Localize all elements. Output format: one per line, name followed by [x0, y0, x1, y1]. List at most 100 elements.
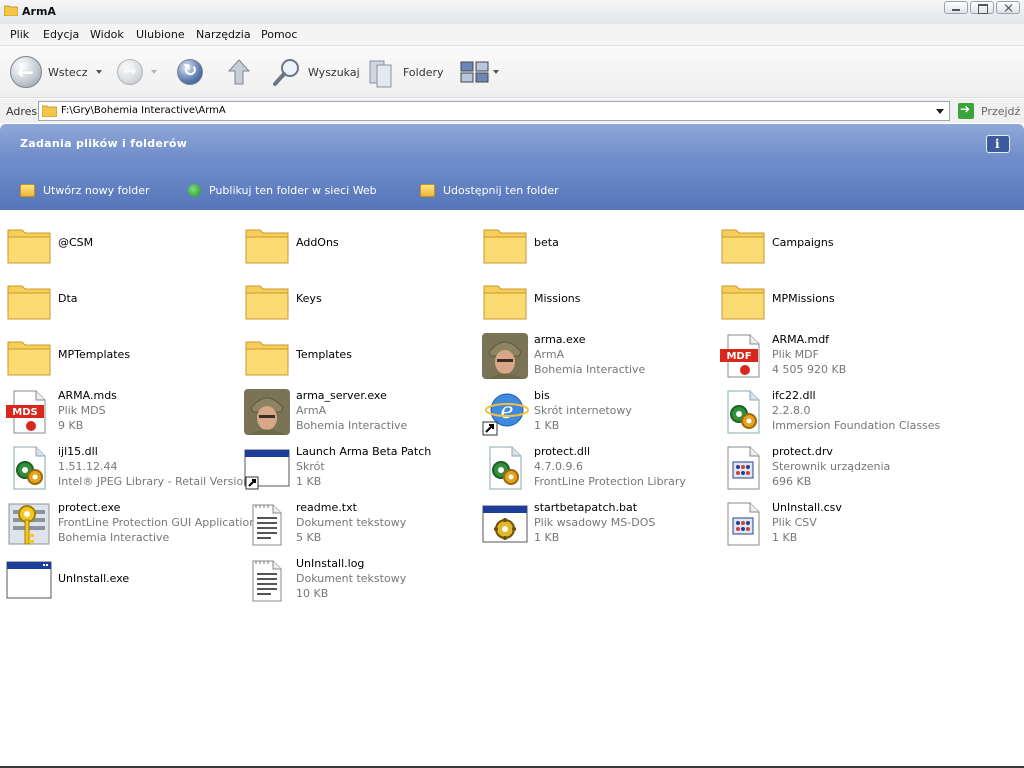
- go-arrow-icon[interactable]: [958, 102, 974, 119]
- go-button[interactable]: Przejdź: [981, 105, 1020, 118]
- file-name: ARMA.mds: [58, 388, 117, 402]
- menu-tools[interactable]: Narzędzia: [196, 28, 251, 41]
- file-item[interactable]: Campaigns: [714, 216, 950, 268]
- up-folder-button[interactable]: [226, 46, 252, 98]
- file-item[interactable]: UnInstall.csv Plik CSV 1 KB: [714, 496, 950, 548]
- folders-icon: [369, 60, 392, 88]
- back-arrow-icon: [10, 56, 42, 88]
- file-item[interactable]: Missions: [476, 272, 712, 324]
- window-title: ArmA: [22, 5, 56, 18]
- file-detail: 1 KB: [534, 418, 560, 432]
- address-label: Adres: [6, 105, 38, 118]
- file-detail: 1 KB: [772, 530, 798, 544]
- task-panel-title: Zadania plików i folderów: [20, 137, 188, 150]
- file-item[interactable]: startbetapatch.bat Plik wsadowy MS-DOS 1 K…: [476, 496, 712, 548]
- app-window-icon: [5, 556, 53, 604]
- file-detail: Immersion Foundation Classes: [772, 418, 941, 432]
- file-detail: Plik wsadowy MS-DOS: [534, 515, 656, 529]
- task-share-folder[interactable]: Udostępnij ten folder: [420, 184, 559, 197]
- file-name: UnInstall.exe: [58, 571, 130, 585]
- file-item[interactable]: @CSM: [0, 216, 236, 268]
- menu-help[interactable]: Pomoc: [261, 28, 297, 41]
- file-item[interactable]: arma.exe ArmA Bohemia Interactive: [476, 328, 712, 380]
- file-detail: 696 KB: [772, 474, 812, 488]
- file-item[interactable]: Dta: [0, 272, 236, 324]
- refresh-button[interactable]: [177, 46, 203, 98]
- file-item[interactable]: protect.drv Sterownik urządzenia 696 KB: [714, 440, 950, 492]
- menu-edit[interactable]: Edycja: [43, 28, 79, 41]
- toolbar: Wstecz Wyszukaj Foldery: [0, 46, 1024, 98]
- task-new-folder[interactable]: Utwórz nowy folder: [20, 184, 150, 197]
- minimize-button[interactable]: [944, 1, 968, 14]
- svg-text:MDF: MDF: [726, 351, 751, 362]
- info-icon[interactable]: [986, 135, 1010, 153]
- menu-favorites[interactable]: Ulubione: [136, 28, 185, 41]
- back-dropdown-icon[interactable]: [95, 70, 102, 74]
- task-publish-web[interactable]: Publikuj ten folder w sieci Web: [188, 184, 377, 197]
- file-item[interactable]: MDS ARMA.mds Plik MDS 9 KB: [0, 384, 236, 436]
- dll-icon: [719, 388, 767, 436]
- file-name: MPTemplates: [58, 347, 131, 361]
- file-item[interactable]: UnInstall.exe: [0, 552, 236, 604]
- file-item[interactable]: Launch Arma Beta Patch Skrót 1 KB: [238, 440, 474, 492]
- views-dropdown-icon[interactable]: [493, 70, 499, 74]
- file-item[interactable]: MPMissions: [714, 272, 950, 324]
- refresh-icon: [177, 59, 203, 85]
- file-name: bis: [534, 388, 550, 402]
- file-item[interactable]: Keys: [238, 272, 474, 324]
- file-item[interactable]: UnInstall.log Dokument tekstowy 10 KB: [238, 552, 474, 604]
- folders-button[interactable]: Foldery: [367, 46, 444, 98]
- address-dropdown-icon[interactable]: [933, 104, 947, 118]
- file-detail: Skrót internetowy: [534, 403, 632, 417]
- file-item[interactable]: Templates: [238, 328, 474, 380]
- file-item[interactable]: protect.dll 4.7.0.9.6 FrontLine Protection…: [476, 440, 712, 492]
- file-detail: 1 KB: [296, 474, 322, 488]
- file-detail: Intel® JPEG Library - Retail Version: [58, 474, 251, 488]
- file-item[interactable]: MPTemplates: [0, 328, 236, 380]
- close-button[interactable]: [996, 1, 1020, 14]
- views-button[interactable]: [460, 46, 499, 98]
- file-item[interactable]: readme.txt Dokument tekstowy 5 KB: [238, 496, 474, 548]
- svg-text:MDS: MDS: [12, 407, 37, 418]
- file-item[interactable]: ijl15.dll 1.51.12.44 Intel® JPEG Library -…: [0, 440, 251, 492]
- folder-icon: [4, 5, 18, 16]
- file-item[interactable]: protect.exe FrontLine Protection GUI Appl…: [0, 496, 256, 548]
- menu-bar: Plik Edycja Widok Ulubione Narzędzia Pom…: [0, 24, 1024, 46]
- file-name: Launch Arma Beta Patch: [296, 444, 432, 458]
- folder-icon: [243, 276, 291, 324]
- file-item[interactable]: AddOns: [238, 216, 474, 268]
- maximize-button[interactable]: [970, 1, 994, 14]
- file-name: Keys: [296, 291, 322, 305]
- back-button[interactable]: Wstecz: [10, 46, 102, 98]
- file-detail: Sterownik urządzenia: [772, 459, 891, 473]
- search-button[interactable]: Wyszukaj: [272, 46, 360, 98]
- file-item[interactable]: MDF ARMA.mdf Plik MDF 4 505 920 KB: [714, 328, 950, 380]
- folder-icon: [481, 220, 529, 268]
- folder-icon: [719, 220, 767, 268]
- file-name: Campaigns: [772, 235, 834, 249]
- search-icon: [273, 59, 299, 86]
- address-input[interactable]: F:\Gry\Bohemia Interactive\ArmA: [38, 101, 950, 121]
- publish-web-icon: [188, 184, 201, 197]
- task-label: Udostępnij ten folder: [443, 184, 559, 197]
- dll-icon: [5, 444, 53, 492]
- menu-view[interactable]: Widok: [90, 28, 124, 41]
- file-name: MPMissions: [772, 291, 835, 305]
- file-detail: 4 505 920 KB: [772, 362, 847, 376]
- forward-dropdown-icon[interactable]: [151, 70, 157, 74]
- file-item[interactable]: arma_server.exe ArmA Bohemia Interactive: [238, 384, 474, 436]
- file-item[interactable]: beta: [476, 216, 712, 268]
- task-panel: Zadania plików i folderów Utwórz nowy fo…: [0, 124, 1024, 210]
- address-bar: Adres F:\Gry\Bohemia Interactive\ArmA Pr…: [0, 99, 1024, 123]
- search-label: Wyszukaj: [308, 65, 360, 79]
- file-item[interactable]: e bis Skrót internetowy 1 KB: [476, 384, 712, 436]
- file-detail: Bohemia Interactive: [296, 418, 408, 432]
- file-item[interactable]: ifc22.dll 2.2.8.0 Immersion Foundation Cla…: [714, 384, 950, 436]
- file-detail: ArmA: [296, 403, 327, 417]
- svg-text:e: e: [500, 399, 513, 424]
- forward-button[interactable]: [117, 46, 157, 98]
- file-name: beta: [534, 235, 559, 249]
- menu-file[interactable]: Plik: [10, 28, 29, 41]
- file-name: Dta: [58, 291, 78, 305]
- file-name: ARMA.mdf: [772, 332, 830, 346]
